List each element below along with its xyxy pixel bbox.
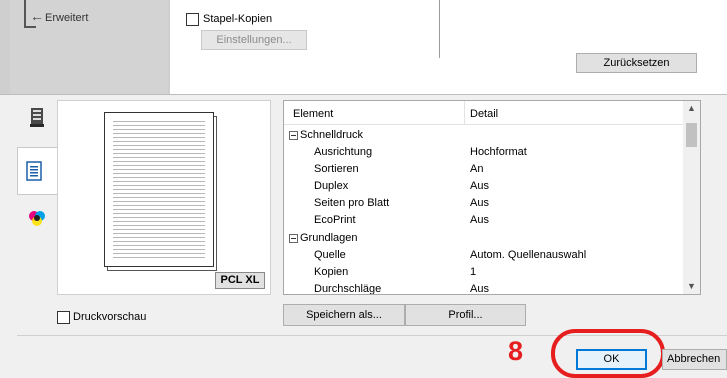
color-icon [29,211,45,226]
stapel-kopien-label: Stapel-Kopien [203,13,273,25]
stapel-kopien-checkbox[interactable] [186,13,199,26]
einstellungen-button[interactable]: Einstellungen... [201,30,307,50]
profil-button[interactable]: Profil... [405,304,526,326]
back-arrow-icon: ← [30,8,44,24]
document-icon [26,161,42,181]
tab-document[interactable] [17,147,57,195]
table-row[interactable]: Seiten pro Blatt Aus [284,195,684,212]
collapse-icon[interactable] [289,234,298,243]
step-number-annotation: 8 [508,336,524,366]
abbrechen-button[interactable]: Abbrechen [662,349,727,370]
scroll-up-icon[interactable]: ▲ [683,103,700,113]
tab-color[interactable] [17,196,57,246]
pcl-xl-badge: PCL XL [215,272,265,289]
advanced-panel: ← Erweitert [10,0,168,94]
druckvorschau-label: Druckvorschau [73,311,147,323]
collapse-icon[interactable] [289,131,298,140]
table-row[interactable]: Durchschläge Aus [284,281,684,294]
vertical-divider [439,0,440,58]
horizontal-divider [0,94,727,95]
reset-button[interactable]: Zurücksetzen [576,53,697,73]
table-row[interactable]: Kopien 1 [284,264,684,281]
column-header-element[interactable]: Element [293,108,333,120]
bracket-line [24,0,26,28]
table-row[interactable]: Ausrichtung Hochformat [284,144,684,161]
table-row[interactable]: Quelle Autom. Quellenauswahl [284,247,684,264]
table-row[interactable]: EcoPrint Aus [284,212,684,229]
scroll-down-icon[interactable]: ▼ [683,281,700,291]
printer-icon [30,108,44,127]
table-header: Element Detail [284,101,684,125]
advanced-label: Erweitert [45,12,89,24]
scroll-thumb[interactable] [686,123,697,147]
speichern-als-button[interactable]: Speichern als... [283,304,405,326]
group-grundlagen[interactable]: Grundlagen [284,230,684,247]
group-schnelldruck[interactable]: Schnelldruck [284,127,684,144]
settings-table[interactable]: Element Detail Schnelldruck Ausrichtung … [283,100,701,295]
advanced-button[interactable]: ← Erweitert [10,0,170,38]
ok-button[interactable]: OK [576,349,647,370]
tab-printer[interactable] [17,96,57,146]
page-preview [104,112,214,267]
bracket-line-bottom [24,26,36,28]
vertical-scrollbar[interactable]: ▲ ▼ [683,101,700,294]
table-row[interactable]: Duplex Aus [284,178,684,195]
table-row[interactable]: Sortieren An [284,161,684,178]
druckvorschau-checkbox[interactable] [57,311,70,324]
column-header-detail[interactable]: Detail [470,108,498,120]
